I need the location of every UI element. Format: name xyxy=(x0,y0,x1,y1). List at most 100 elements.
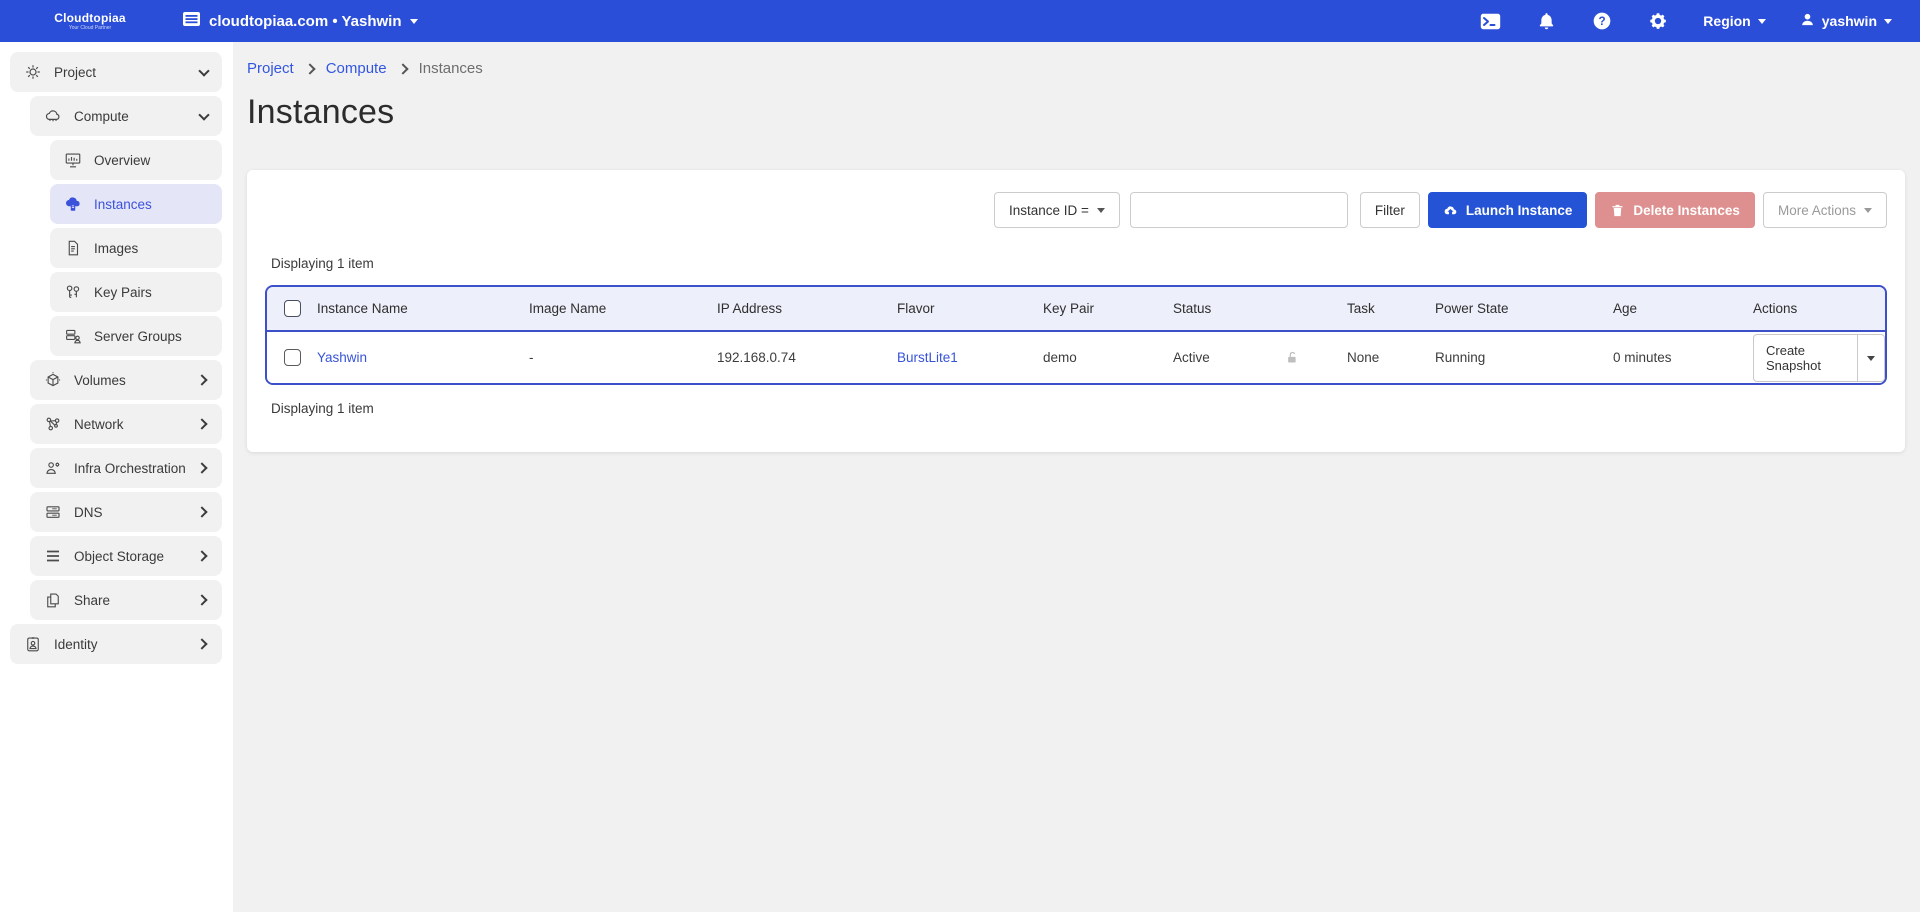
power-state-cell: Running xyxy=(1431,331,1609,383)
filter-type-label: Instance ID = xyxy=(1009,203,1089,218)
user-icon xyxy=(1800,12,1815,30)
sidebar-item-share[interactable]: Share xyxy=(30,580,222,620)
sidebar-item-volumes[interactable]: Volumes xyxy=(30,360,222,400)
infra-orchestration-icon xyxy=(44,459,62,477)
col-instance-name[interactable]: Instance Name xyxy=(313,287,525,331)
sidebar-item-infra-orchestration[interactable]: Infra Orchestration xyxy=(30,448,222,488)
main-content: Project Compute Instances Instances Inst… xyxy=(233,42,1920,912)
identity-badge-icon xyxy=(24,635,42,653)
sidebar-item-label: Compute xyxy=(74,109,188,124)
item-count-bottom: Displaying 1 item xyxy=(271,401,1887,416)
console-icon[interactable] xyxy=(1479,10,1501,32)
chevron-down-icon xyxy=(198,109,209,120)
sidebar-item-label: Server Groups xyxy=(94,329,208,344)
brand-logo-tagline: Your Cloud Partner xyxy=(30,26,150,31)
share-pages-icon xyxy=(44,591,62,609)
settings-gear-icon[interactable] xyxy=(1647,10,1669,32)
sidebar-item-identity[interactable]: Identity xyxy=(10,624,222,664)
overview-monitor-icon xyxy=(64,151,82,169)
chevron-down-icon xyxy=(1864,208,1872,213)
sidebar-item-images[interactable]: Images xyxy=(50,228,222,268)
chevron-right-icon xyxy=(196,550,207,561)
sidebar-item-label: Key Pairs xyxy=(94,285,208,300)
svg-text:?: ? xyxy=(1599,15,1606,28)
launch-instance-button[interactable]: Launch Instance xyxy=(1428,192,1588,228)
col-key-pair[interactable]: Key Pair xyxy=(1039,287,1169,331)
filter-button[interactable]: Filter xyxy=(1360,192,1420,228)
create-snapshot-button[interactable]: Create Snapshot xyxy=(1754,335,1857,381)
select-all-checkbox[interactable] xyxy=(284,300,301,317)
breadcrumb-compute-link[interactable]: Compute xyxy=(326,60,387,77)
row-checkbox[interactable] xyxy=(284,349,301,366)
sidebar-item-label: Volumes xyxy=(74,373,186,388)
col-status[interactable]: Status xyxy=(1169,287,1281,331)
more-actions-dropdown[interactable]: More Actions xyxy=(1763,192,1887,228)
chevron-right-icon xyxy=(196,374,207,385)
item-count-top: Displaying 1 item xyxy=(271,256,1887,271)
sidebar-item-label: Overview xyxy=(94,153,208,168)
sidebar-item-server-groups[interactable]: Server Groups xyxy=(50,316,222,356)
images-document-icon xyxy=(64,239,82,257)
brand-logo[interactable]: Cloudtopiaa Your Cloud Partner xyxy=(30,12,150,31)
key-pair-cell: demo xyxy=(1039,331,1169,383)
row-actions-dropdown-toggle[interactable] xyxy=(1857,335,1884,381)
ip-address-cell: 192.168.0.74 xyxy=(713,331,893,383)
sidebar-item-object-storage[interactable]: Object Storage xyxy=(30,536,222,576)
chevron-down-icon xyxy=(1758,19,1766,24)
col-ip-address[interactable]: IP Address xyxy=(713,287,893,331)
chevron-right-icon xyxy=(304,63,315,74)
sidebar-item-label: Object Storage xyxy=(74,549,186,564)
trash-icon xyxy=(1610,203,1625,218)
col-task[interactable]: Task xyxy=(1343,287,1431,331)
unlocked-icon xyxy=(1285,350,1300,365)
row-actions-split-button: Create Snapshot xyxy=(1753,334,1885,382)
brand-logo-title: Cloudtopiaa xyxy=(30,12,150,24)
col-age[interactable]: Age xyxy=(1609,287,1749,331)
user-menu[interactable]: yashwin xyxy=(1800,12,1892,30)
status-cell: Active xyxy=(1169,331,1281,383)
notifications-bell-icon[interactable] xyxy=(1535,10,1557,32)
sidebar-item-dns[interactable]: DNS xyxy=(30,492,222,532)
sidebar-item-compute[interactable]: Compute xyxy=(30,96,222,136)
col-actions: Actions xyxy=(1749,287,1885,331)
breadcrumb-project-link[interactable]: Project xyxy=(247,60,294,77)
compute-cloud-icon xyxy=(44,107,62,125)
age-cell: 0 minutes xyxy=(1609,331,1749,383)
object-storage-list-icon xyxy=(44,547,62,565)
instance-name-link[interactable]: Yashwin xyxy=(317,350,367,365)
sidebar-item-network[interactable]: Network xyxy=(30,404,222,444)
dns-server-icon xyxy=(44,503,62,521)
table-toolbar: Instance ID = Filter Launch Instance Del… xyxy=(265,192,1887,228)
sidebar-navigation: Project Compute Overview Instances Image… xyxy=(0,42,233,912)
col-image-name[interactable]: Image Name xyxy=(525,287,713,331)
filter-search-input[interactable] xyxy=(1130,192,1348,228)
instances-table: Instance Name Image Name IP Address Flav… xyxy=(265,285,1887,385)
filter-type-dropdown[interactable]: Instance ID = xyxy=(994,192,1120,228)
col-lock xyxy=(1281,287,1343,331)
help-icon[interactable]: ? xyxy=(1591,10,1613,32)
key-pairs-icon xyxy=(64,283,82,301)
flavor-link[interactable]: BurstLite1 xyxy=(897,350,958,365)
chevron-down-icon xyxy=(1097,208,1105,213)
col-flavor[interactable]: Flavor xyxy=(893,287,1039,331)
sidebar-item-project[interactable]: Project xyxy=(10,52,222,92)
instances-cloud-server-icon xyxy=(64,195,82,213)
region-selector[interactable]: Region xyxy=(1703,13,1765,29)
delete-instances-button[interactable]: Delete Instances xyxy=(1595,192,1755,228)
sidebar-item-overview[interactable]: Overview xyxy=(50,140,222,180)
sidebar-item-label: Images xyxy=(94,241,208,256)
chevron-right-icon xyxy=(196,506,207,517)
col-power-state[interactable]: Power State xyxy=(1431,287,1609,331)
chevron-down-icon xyxy=(198,65,209,76)
domain-project-label: cloudtopiaa.com • Yashwin xyxy=(209,13,402,30)
sidebar-item-instances[interactable]: Instances xyxy=(50,184,222,224)
network-icon xyxy=(44,415,62,433)
sidebar-item-label: DNS xyxy=(74,505,186,520)
sidebar-item-label: Infra Orchestration xyxy=(74,461,186,476)
domain-project-switcher[interactable]: cloudtopiaa.com • Yashwin xyxy=(182,11,418,31)
sidebar-item-label: Instances xyxy=(94,197,208,212)
task-cell: None xyxy=(1343,331,1431,383)
server-groups-icon xyxy=(64,327,82,345)
table-header-row: Instance Name Image Name IP Address Flav… xyxy=(267,287,1885,331)
sidebar-item-key-pairs[interactable]: Key Pairs xyxy=(50,272,222,312)
